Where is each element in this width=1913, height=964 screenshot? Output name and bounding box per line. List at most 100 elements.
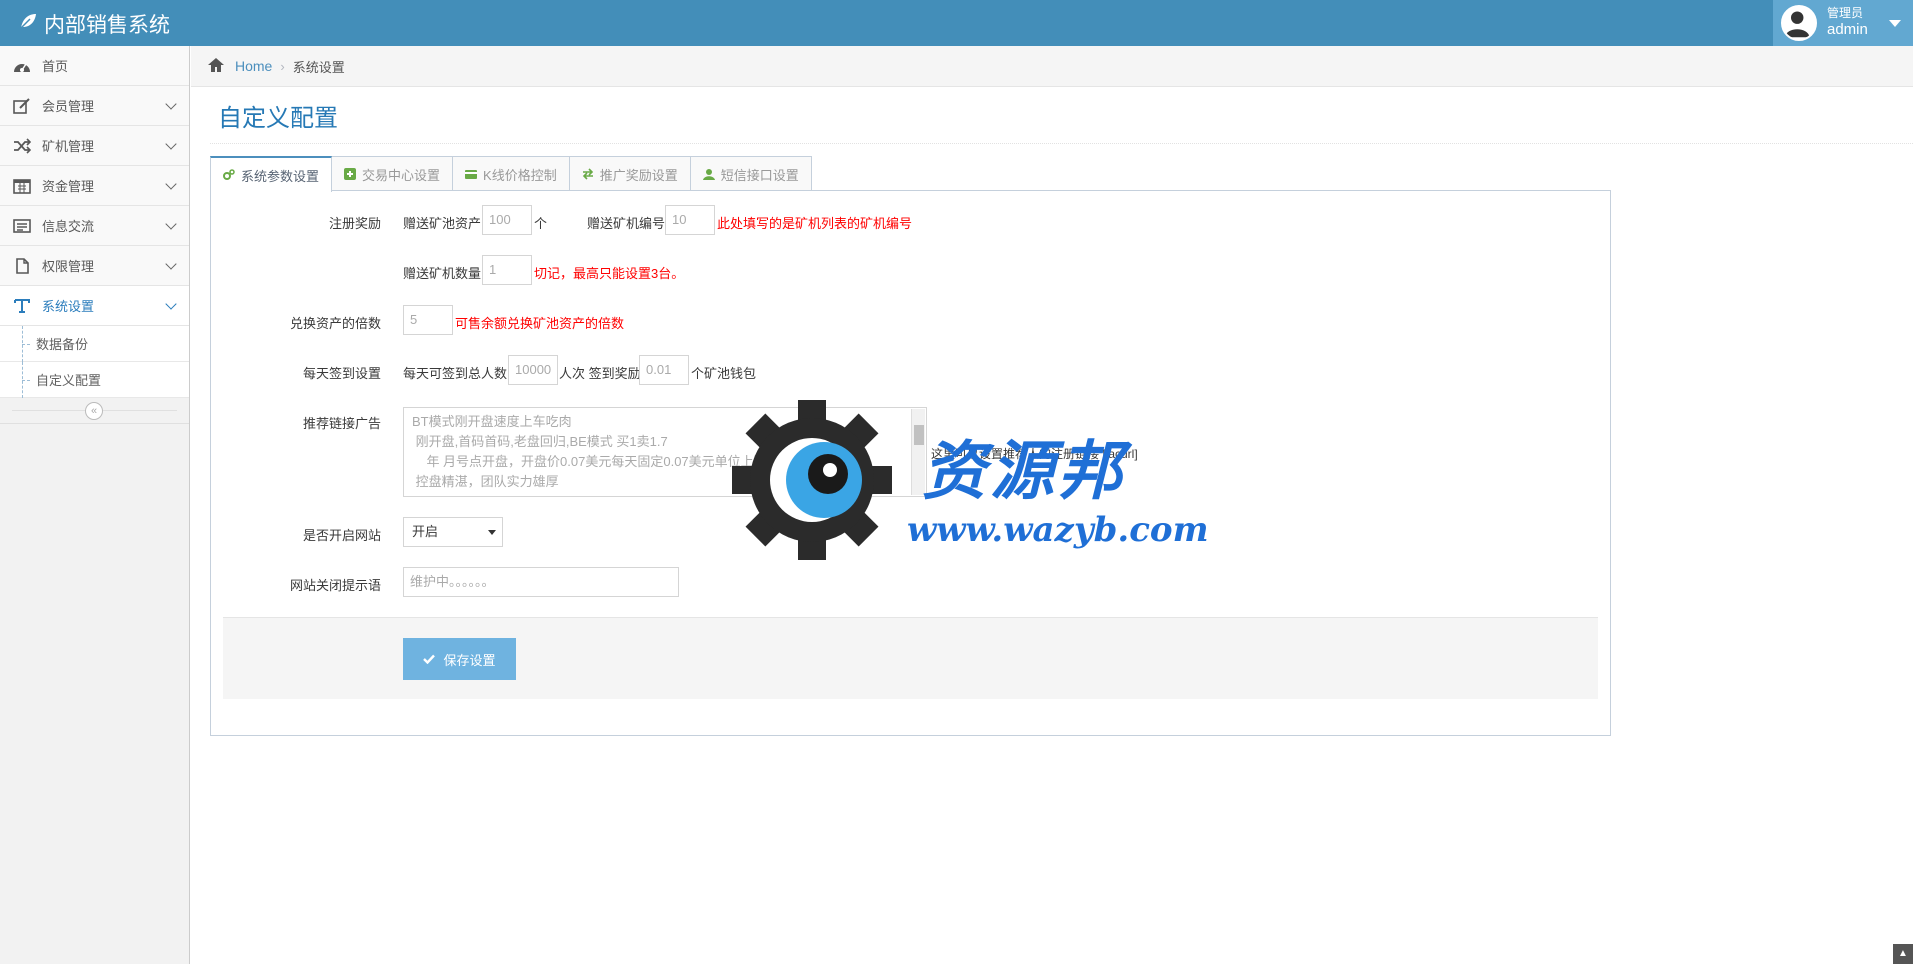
tab-label: K线价格控制 <box>483 167 557 183</box>
exchange-icon <box>582 168 594 180</box>
sidebar-item-label: 系统设置 <box>42 299 95 314</box>
sidebar: 首页 会员管理 矿机管理 资金管理 信息交流 权限管理 系统设置 数据备份 自定… <box>0 46 190 964</box>
tab-kline-price[interactable]: K线价格控制 <box>452 156 570 191</box>
machine-qty-input[interactable]: 1 <box>482 255 532 285</box>
watermark-url: www.wazyb.com <box>907 510 1209 550</box>
signin-reward-input[interactable]: 0.01 <box>639 355 689 385</box>
gift-asset-input[interactable]: 100 <box>482 205 532 235</box>
site-open-select[interactable]: 开启 <box>403 517 503 547</box>
exchange-input[interactable]: 5 <box>403 305 453 335</box>
sidebar-item-label: 矿机管理 <box>42 139 95 154</box>
form-actions: 保存设置 <box>223 617 1598 699</box>
site-open-value: 开启 <box>412 524 439 539</box>
caret-down-icon <box>1889 20 1901 27</box>
user-role: 管理员 <box>1827 6 1864 21</box>
tab-label: 短信接口设置 <box>720 167 799 183</box>
edit-icon <box>12 97 32 115</box>
sidebar-item-label: 首页 <box>42 59 69 74</box>
chevron-down-icon <box>165 258 177 270</box>
tab-label: 系统参数设置 <box>241 168 320 184</box>
gear-logo-icon <box>732 400 892 560</box>
list-icon <box>12 217 32 235</box>
tab-label: 推广奖励设置 <box>599 167 678 183</box>
machine-qty-label: 赠送矿机数量 <box>403 266 482 281</box>
exchange-note: 可售余额兑换矿池资产的倍数 <box>455 316 625 331</box>
sidebar-item-members[interactable]: 会员管理 <box>0 86 189 126</box>
chevron-down-icon <box>165 178 177 190</box>
watermark-text: 资源邦 <box>922 434 1126 509</box>
dashboard-icon <box>12 57 32 75</box>
sidebar-item-home[interactable]: 首页 <box>0 46 189 86</box>
double-angle-left-icon[interactable]: « <box>85 402 103 420</box>
leaf-icon <box>18 11 38 37</box>
tab-bar: 系统参数设置 交易中心设置 K线价格控制 推广奖励设置 短信接口设置 <box>210 156 812 192</box>
sidebar-item-funds[interactable]: 资金管理 <box>0 166 189 206</box>
signin-count-input[interactable]: 10000 <box>508 355 558 385</box>
register-reward-label: 注册奖励 <box>328 216 381 231</box>
watermark: 资源邦 www.wazyb.com <box>732 400 1209 562</box>
gift-asset-label: 赠送矿池资产 <box>403 216 482 231</box>
sidebar-subitem-custom-config[interactable]: 自定义配置 <box>0 362 189 398</box>
tab-promotion-reward[interactable]: 推广奖励设置 <box>568 156 691 191</box>
text-icon <box>12 297 32 315</box>
save-button[interactable]: 保存设置 <box>403 638 516 680</box>
sidebar-collapse-bar: « <box>0 398 189 424</box>
plus-square-icon <box>344 168 357 180</box>
tab-system-params[interactable]: 系统参数设置 <box>210 156 333 192</box>
chevron-down-icon <box>165 218 177 230</box>
sidebar-subitem-label: 自定义配置 <box>36 373 102 388</box>
save-label: 保存设置 <box>443 652 496 668</box>
site-open-label: 是否开启网站 <box>302 528 381 543</box>
chevron-down-icon <box>165 138 177 150</box>
tab-label: 交易中心设置 <box>362 167 441 183</box>
sidebar-item-label: 权限管理 <box>42 259 95 274</box>
machine-no-label: 赠送矿机编号 <box>587 216 666 231</box>
user-icon <box>702 168 715 180</box>
machine-no-input[interactable]: 10 <box>665 205 715 235</box>
credit-card-icon <box>465 168 478 180</box>
signin-count-unit: 人次 签到奖励 <box>559 366 641 381</box>
divider <box>210 143 1913 144</box>
sidebar-item-machines[interactable]: 矿机管理 <box>0 126 189 166</box>
breadcrumb-separator: › <box>280 58 285 74</box>
machine-qty-note: 切记，最高只能设置3台。 <box>534 266 685 281</box>
sidebar-item-settings[interactable]: 系统设置 <box>0 286 189 326</box>
breadcrumb: Home › 系统设置 <box>191 46 1913 87</box>
close-msg-label: 网站关闭提示语 <box>289 578 381 593</box>
sidebar-subitem-backup[interactable]: 数据备份 <box>0 326 189 362</box>
home-icon <box>207 57 225 76</box>
tab-sms-interface[interactable]: 短信接口设置 <box>689 156 812 191</box>
page-title: 自定义配置 <box>218 105 338 132</box>
machine-no-note: 此处填写的是矿机列表的矿机编号 <box>717 216 913 231</box>
chevron-down-icon <box>165 298 177 310</box>
sidebar-item-permissions[interactable]: 权限管理 <box>0 246 189 286</box>
check-icon <box>423 652 436 667</box>
sidebar-item-label: 资金管理 <box>42 179 95 194</box>
user-menu[interactable]: 管理员 admin <box>1773 0 1913 46</box>
avatar <box>1781 5 1817 41</box>
signin-label: 每天签到设置 <box>302 366 381 381</box>
scroll-top-button[interactable]: ▲ <box>1893 944 1913 964</box>
signin-count-label: 每天可签到总人数 <box>403 366 508 381</box>
close-msg-input[interactable]: 维护中。。。。。。 <box>403 567 679 597</box>
gift-asset-unit: 个 <box>534 216 548 231</box>
breadcrumb-current: 系统设置 <box>292 59 345 75</box>
tab-trading-center[interactable]: 交易中心设置 <box>331 156 454 191</box>
caret-down-icon <box>488 530 496 535</box>
breadcrumb-home-link[interactable]: Home <box>235 58 272 74</box>
cogs-icon <box>223 169 235 181</box>
sidebar-item-messages[interactable]: 信息交流 <box>0 206 189 246</box>
sidebar-item-label: 信息交流 <box>42 219 95 234</box>
double-angle-up-icon: ▲ <box>1898 948 1908 959</box>
app-title: 内部销售系统 <box>44 14 170 37</box>
navbar: 内部销售系统 管理员 admin <box>0 0 1913 46</box>
signin-reward-unit: 个矿池钱包 <box>691 366 757 381</box>
brand[interactable]: 内部销售系统 <box>18 9 170 39</box>
calendar-icon <box>12 177 32 195</box>
sidebar-item-label: 会员管理 <box>42 99 95 114</box>
random-icon <box>12 137 32 155</box>
sidebar-subitem-label: 数据备份 <box>36 337 89 352</box>
file-icon <box>12 257 32 275</box>
chevron-down-icon <box>165 98 177 110</box>
exchange-label: 兑换资产的倍数 <box>289 316 381 331</box>
